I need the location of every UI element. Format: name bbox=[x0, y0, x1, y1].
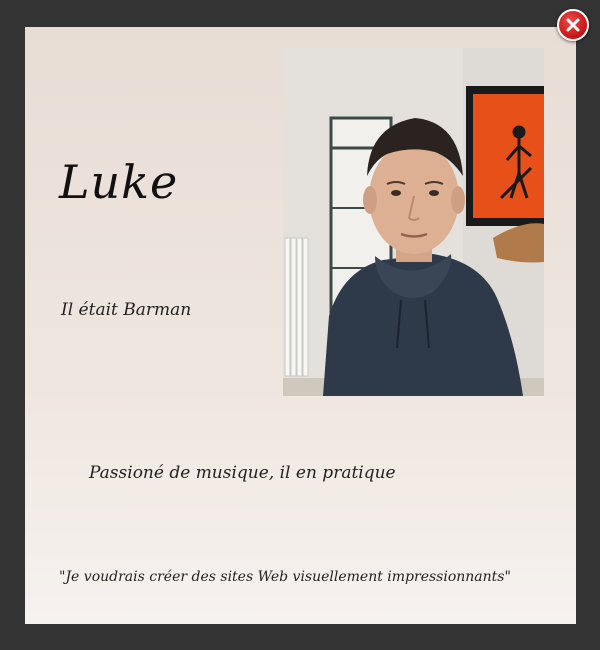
profile-modal: Luke Il était Barman Passioné de musique… bbox=[25, 27, 576, 624]
profile-name: Luke bbox=[59, 155, 179, 209]
profile-photo bbox=[283, 48, 544, 396]
page-overlay: Luke Il était Barman Passioné de musique… bbox=[0, 0, 600, 650]
profile-hobby: Passioné de musique, il en pratique bbox=[89, 463, 396, 483]
profile-quote: "Je voudrais créer des sites Web visuell… bbox=[59, 569, 511, 585]
profile-job: Il était Barman bbox=[61, 300, 192, 320]
close-button[interactable] bbox=[557, 9, 589, 41]
close-icon bbox=[566, 18, 580, 32]
